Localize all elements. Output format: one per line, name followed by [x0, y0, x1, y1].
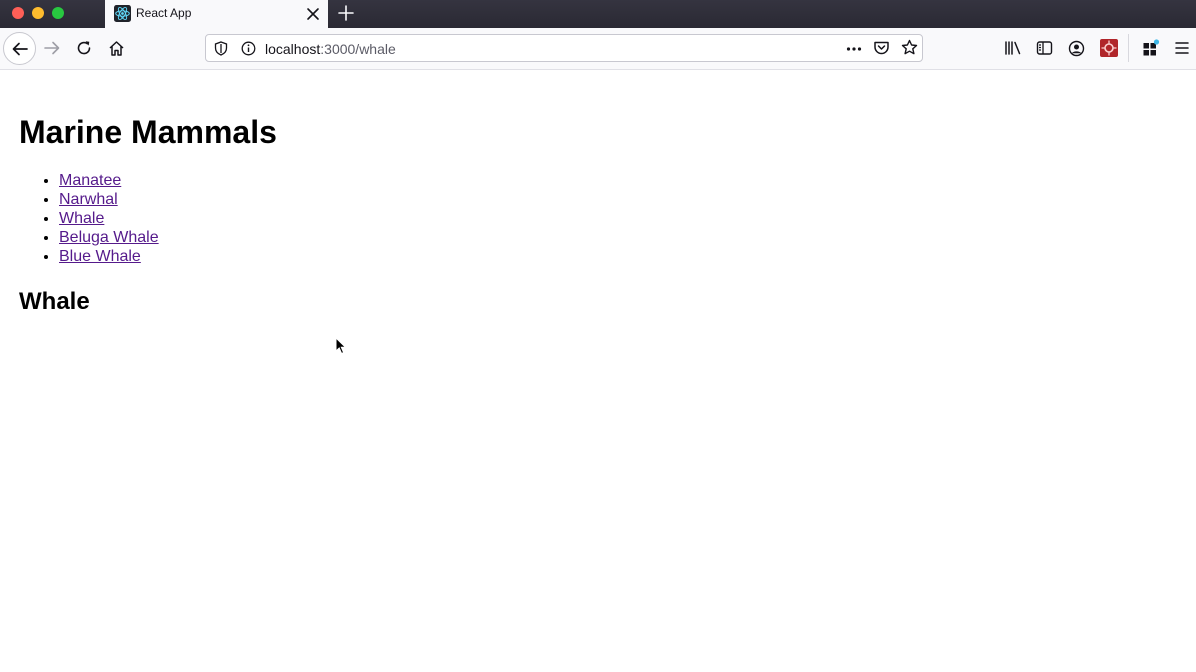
plus-icon[interactable]: [337, 4, 355, 22]
navigation-toolbar: localhost:3000/whale: [0, 28, 1196, 70]
list-item: Blue Whale: [59, 247, 159, 266]
section-title: Whale: [19, 288, 90, 315]
star-icon[interactable]: [901, 39, 918, 56]
tab-title: React App: [136, 6, 192, 20]
forward-button[interactable]: [36, 32, 68, 64]
back-button[interactable]: [3, 32, 36, 65]
toolbar-divider: [1128, 34, 1129, 62]
library-icon[interactable]: [1004, 40, 1022, 56]
info-icon[interactable]: [241, 41, 256, 56]
puzzle-icon[interactable]: [1142, 39, 1160, 57]
mammal-link-list: Manatee Narwhal Whale Beluga Whale Blue …: [0, 171, 159, 266]
link-blue-whale[interactable]: Blue Whale: [59, 248, 141, 265]
reload-icon: [77, 41, 91, 55]
sidebar-icon[interactable]: [1036, 40, 1053, 56]
link-beluga-whale[interactable]: Beluga Whale: [59, 229, 159, 246]
list-item: Beluga Whale: [59, 228, 159, 247]
list-item: Whale: [59, 209, 159, 228]
url-bar[interactable]: localhost:3000/whale: [205, 34, 923, 62]
home-icon: [108, 40, 124, 56]
react-logo-icon: [114, 5, 131, 22]
tab-strip: React App: [0, 0, 1196, 28]
browser-tab[interactable]: React App: [105, 0, 328, 28]
home-button[interactable]: [100, 32, 132, 64]
list-item: Manatee: [59, 171, 159, 190]
extension-icon[interactable]: [1100, 39, 1118, 57]
link-whale[interactable]: Whale: [59, 210, 104, 227]
window-minimize-button[interactable]: [32, 7, 44, 19]
link-narwhal[interactable]: Narwhal: [59, 191, 118, 208]
more-horizontal-icon[interactable]: [846, 41, 862, 57]
page-content: Marine Mammals Manatee Narwhal Whale Bel…: [0, 70, 1196, 672]
window-maximize-button[interactable]: [52, 7, 64, 19]
link-manatee[interactable]: Manatee: [59, 172, 121, 189]
close-icon[interactable]: [306, 7, 320, 21]
page-title: Marine Mammals: [19, 114, 277, 150]
list-item: Narwhal: [59, 190, 159, 209]
url-text[interactable]: localhost:3000/whale: [265, 41, 396, 57]
shield-icon[interactable]: [214, 41, 228, 56]
url-host: localhost: [265, 41, 321, 57]
pocket-icon[interactable]: [873, 40, 890, 56]
forward-arrow-icon: [44, 41, 60, 55]
reload-button[interactable]: [68, 32, 100, 64]
url-path: :3000/whale: [320, 41, 396, 57]
account-icon[interactable]: [1068, 40, 1085, 57]
mouse-cursor-icon: [335, 337, 347, 355]
hamburger-menu-icon[interactable]: [1174, 41, 1190, 55]
back-arrow-icon: [12, 42, 28, 55]
window-close-button[interactable]: [12, 7, 24, 19]
